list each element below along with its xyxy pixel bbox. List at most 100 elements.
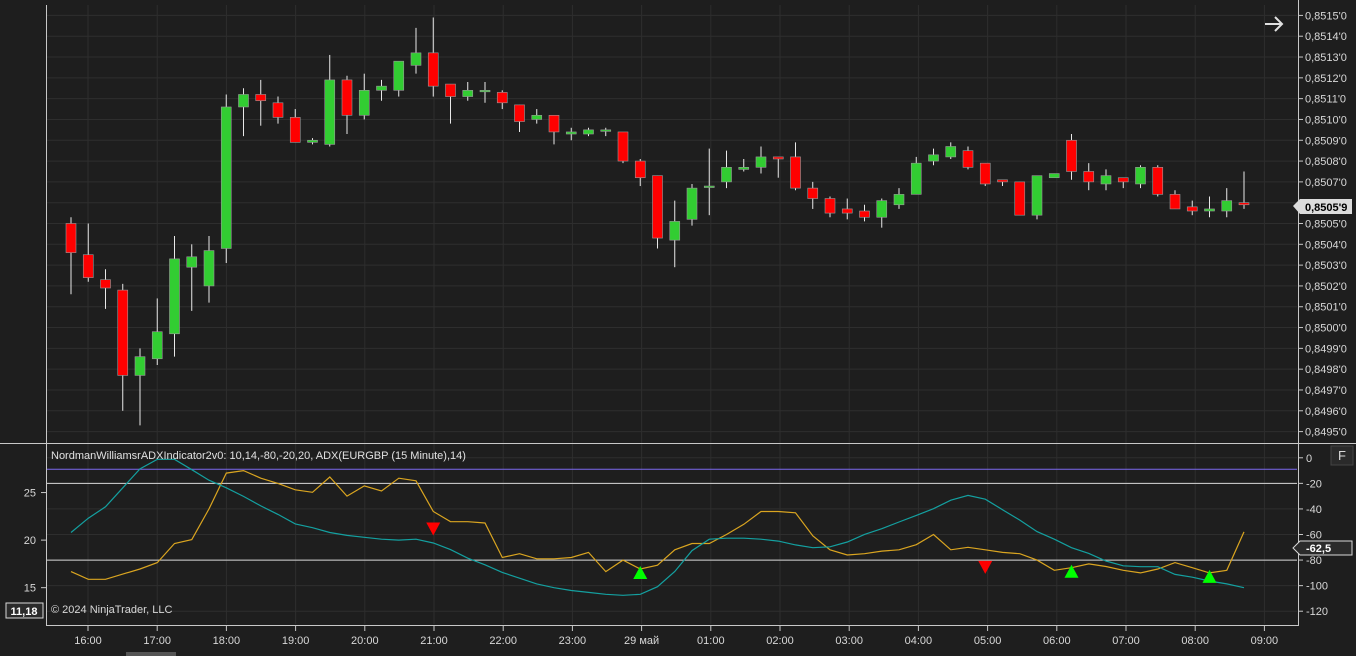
candle-body — [893, 194, 905, 206]
candle-body — [358, 90, 370, 116]
price-tick-label: 0,8513'0 — [1305, 52, 1347, 64]
candle-body — [565, 131, 577, 135]
candle-body — [721, 167, 732, 183]
time-tick-label: 09:00 — [1251, 635, 1279, 647]
price-tick-label: 0,8495'0 — [1305, 427, 1347, 439]
candle-body — [1135, 167, 1146, 185]
price-tick-label: 0,8497'0 — [1305, 385, 1347, 397]
adx-value-label: 11,18 — [11, 606, 38, 618]
candle-body — [255, 94, 267, 102]
price-tick-label: 0,8514'0 — [1305, 31, 1347, 43]
candle[interactable] — [686, 183, 698, 226]
price-tick-label: 0,8496'0 — [1305, 406, 1347, 418]
price-tick-label: 0,8512'0 — [1305, 73, 1347, 85]
price-tick-label: 0,8502'0 — [1305, 281, 1347, 293]
candle-body — [807, 187, 819, 199]
candle-body — [289, 117, 301, 143]
candle-body — [427, 52, 439, 87]
candle[interactable] — [1048, 173, 1060, 179]
indicator-tick-label: -40 — [1306, 504, 1322, 516]
candle-body — [1066, 139, 1077, 172]
time-tick-label: 07:00 — [1112, 635, 1140, 647]
current-price-label: 0,8505'9 — [1305, 202, 1347, 214]
price-tick-label: 0,8498'0 — [1305, 364, 1347, 376]
candle[interactable] — [617, 131, 629, 164]
candle-body — [617, 131, 629, 162]
candle-body — [307, 139, 318, 143]
adx-tick-label: 25 — [24, 488, 36, 500]
candle-body — [100, 279, 111, 289]
candle-body — [1031, 175, 1043, 216]
arrow-right-icon[interactable] — [1260, 10, 1286, 36]
candle-body — [531, 114, 543, 120]
candle-body — [979, 162, 991, 185]
candle-body — [945, 146, 957, 158]
indicator-tick-label: -60 — [1306, 530, 1322, 542]
time-tick-label: 19:00 — [282, 635, 310, 647]
time-tick-label: 01:00 — [697, 635, 725, 647]
candle-body — [410, 52, 422, 66]
candle-body — [669, 221, 681, 241]
candle-body — [65, 223, 77, 253]
candle-body — [203, 250, 215, 287]
candle-body — [910, 162, 922, 195]
copyright-text: © 2024 NinjaTrader, LLC — [51, 604, 172, 616]
indicator-tick-label: -100 — [1306, 581, 1328, 593]
candle[interactable] — [979, 162, 991, 187]
candle-body — [134, 356, 146, 376]
candle-body — [738, 167, 750, 170]
time-tick-label: 23:00 — [559, 635, 587, 647]
candle-body — [169, 258, 180, 335]
candle-body — [859, 210, 870, 218]
time-tick-label: 06:00 — [1043, 635, 1071, 647]
indicator-value-tag: -62,5 — [1292, 540, 1353, 556]
panel-f-button[interactable]: F — [1330, 445, 1354, 466]
current-price-tag: 0,8505'9 — [1293, 199, 1352, 214]
candle[interactable] — [652, 175, 663, 249]
price-tick-label: 0,8505'0 — [1305, 219, 1347, 231]
candle-body — [652, 175, 663, 239]
price-tick-label: 0,8504'0 — [1305, 239, 1347, 251]
candle-body — [1169, 194, 1181, 210]
price-tick-label: 0,8503'0 — [1305, 260, 1347, 272]
candle-body — [376, 85, 387, 91]
price-tick-label: 0,8499'0 — [1305, 343, 1347, 355]
price-tick-label: 0,8515'0 — [1305, 10, 1347, 22]
candle-body — [772, 156, 784, 160]
price-tick-label: 0,8500'0 — [1305, 323, 1347, 335]
candle-body — [341, 79, 353, 116]
candle[interactable] — [1152, 165, 1164, 197]
candle-body — [755, 156, 767, 168]
candle-body — [841, 208, 853, 214]
candle-body — [462, 90, 474, 97]
candle-body — [962, 150, 974, 168]
candle-body — [1083, 171, 1095, 183]
adx-tick-label: 15 — [24, 583, 36, 595]
adx-tick-label: 20 — [24, 535, 36, 547]
time-tick-label: 21:00 — [420, 635, 448, 647]
indicator-tick-label: 0 — [1306, 453, 1312, 465]
adx-value-tag: 11,18 — [5, 602, 44, 619]
candle-body — [583, 129, 594, 135]
candle[interactable] — [1014, 181, 1026, 216]
candle[interactable] — [1031, 175, 1043, 220]
time-tick-label: 08:00 — [1181, 635, 1209, 647]
chart-canvas[interactable]: 0,8515'0 0,8514'0 0,8513'0 0,8512'0 0,8511'0… — [0, 0, 1356, 656]
candle-body — [496, 92, 508, 104]
candle-body — [703, 185, 715, 188]
candle-body — [548, 114, 560, 133]
time-tick-label: 02:00 — [766, 635, 794, 647]
candle[interactable] — [220, 94, 232, 264]
indicator-tick-label: -120 — [1306, 606, 1328, 618]
indicator-value-label: -62,5 — [1306, 543, 1331, 555]
candle-body — [117, 289, 129, 376]
candle-body — [928, 154, 939, 162]
indicator-tick-label: -20 — [1306, 478, 1322, 490]
scrollbar-thumb[interactable] — [126, 652, 176, 656]
time-tick-label: 17:00 — [143, 635, 171, 647]
candle-body — [82, 254, 94, 278]
indicator-title: NordmanWilliamsrADXIndicator2v0: 10,14,-… — [51, 450, 466, 462]
candle-body — [151, 331, 163, 360]
candle-body — [600, 129, 612, 132]
candle-body — [1238, 202, 1250, 206]
